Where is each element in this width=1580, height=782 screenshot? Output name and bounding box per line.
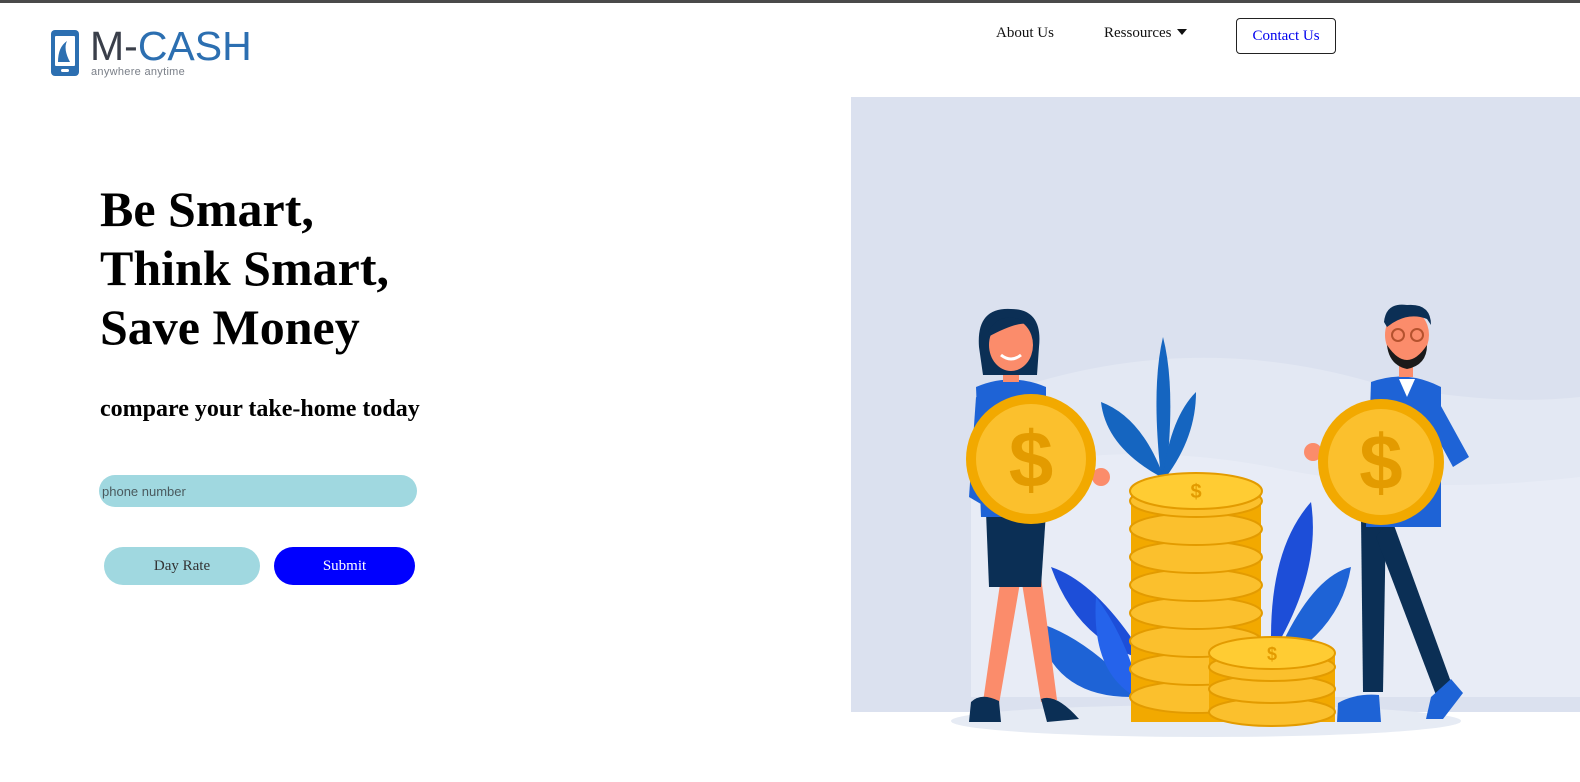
phone-number-input[interactable] xyxy=(99,475,417,507)
woman-coin-icon: $ xyxy=(966,394,1096,524)
hero-title-line-2: Think Smart, xyxy=(100,240,389,296)
man-coin-icon: $ xyxy=(1318,399,1444,525)
nav-ressources[interactable]: Ressources xyxy=(1104,25,1187,42)
nav-about-us[interactable]: About Us xyxy=(996,25,1054,42)
brand-name-suffix: CASH xyxy=(137,23,252,69)
submit-button[interactable]: Submit xyxy=(274,547,415,585)
svg-text:$: $ xyxy=(1190,481,1201,503)
svg-text:$: $ xyxy=(1267,644,1277,664)
svg-text:$: $ xyxy=(1009,415,1054,504)
brand-name-prefix: M xyxy=(90,23,125,69)
nav-ressources-label: Ressources xyxy=(1104,25,1172,41)
caret-down-icon xyxy=(1176,28,1187,35)
day-rate-button[interactable]: Day Rate xyxy=(104,547,260,585)
brand-logo[interactable]: M-CASH anywhere anytime xyxy=(48,24,268,82)
contact-us-button[interactable]: Contact Us xyxy=(1236,18,1336,54)
hero-title: Be Smart, Think Smart, Save Money xyxy=(100,180,389,357)
brand-name-dash: - xyxy=(124,23,138,69)
svg-text:$: $ xyxy=(1359,418,1402,506)
coin-stack-short-icon: $ xyxy=(1208,636,1336,727)
savings-illustration: $ $ $ $ xyxy=(851,97,1580,737)
hero-title-line-1: Be Smart, xyxy=(100,181,314,237)
phone-logo-icon xyxy=(51,30,79,76)
brand-tagline: anywhere anytime xyxy=(91,66,186,78)
top-border xyxy=(0,0,1580,3)
hero-subtitle: compare your take-home today xyxy=(100,396,420,422)
hero-title-line-3: Save Money xyxy=(100,299,360,355)
brand-name: M-CASH xyxy=(90,24,252,68)
